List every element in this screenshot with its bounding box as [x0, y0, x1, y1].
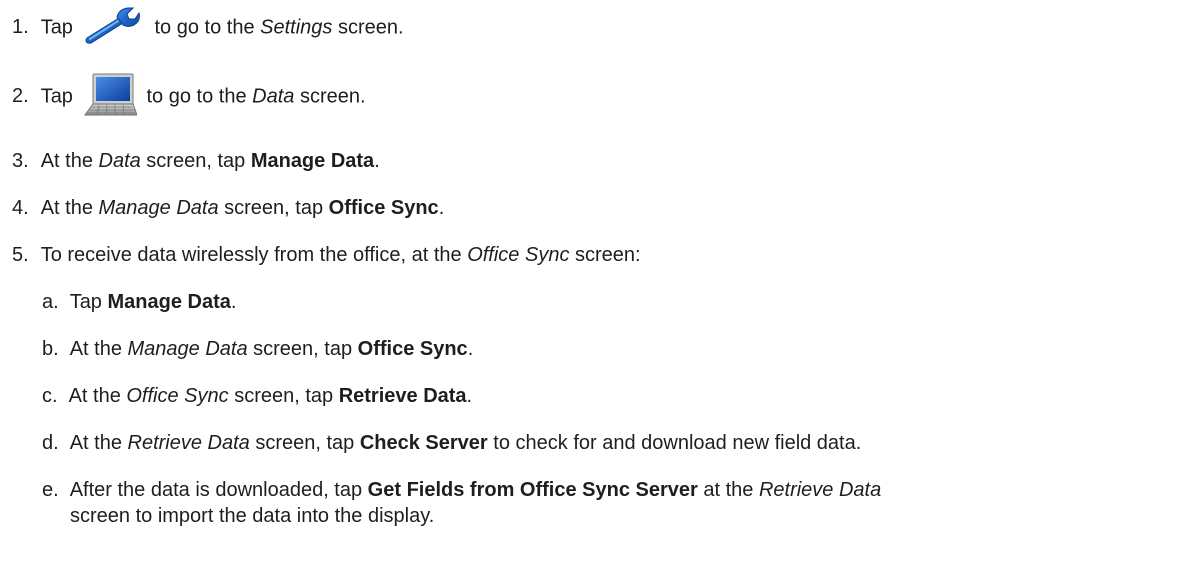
step-5: 5. To receive data wirelessly from the of… [12, 242, 641, 268]
screen-name: Retrieve Data [758, 479, 882, 501]
step-text: screen, tap [218, 197, 329, 219]
step-text: screen, tap [249, 432, 360, 454]
wrench-icon [83, 5, 141, 45]
step-number: 5. [12, 244, 29, 266]
step-text: to go to the [148, 16, 261, 39]
step-text: screen: [569, 244, 641, 266]
step-text: screen. [294, 85, 366, 108]
button-name: Retrieve Data [338, 385, 467, 407]
substep-letter: e. [42, 479, 59, 501]
step-text: . [374, 150, 380, 172]
step-text: screen, tap [140, 150, 251, 172]
step-3: 3. At the Data screen, tap Manage Data. [12, 148, 380, 174]
step-text: . [230, 291, 237, 313]
laptop-icon [83, 73, 138, 117]
substep-d: d. At the Retrieve Data screen, tap Check… [42, 430, 861, 456]
substep-a: a. Tap Manage Data. [42, 289, 236, 315]
screen-name: Manage Data [127, 338, 248, 360]
step-text: to check for and download new field data… [487, 432, 862, 454]
screen-name: Data [98, 150, 141, 172]
step-2: 2. Tap to go to the Data screen. [12, 73, 366, 119]
screen-name: Office Sync [126, 385, 229, 407]
step-text: screen. [332, 16, 404, 39]
screen-name: Data [252, 85, 295, 108]
step-4: 4. At the Manage Data screen, tap Office … [12, 195, 444, 221]
step-text: at the [697, 479, 759, 501]
step-text: At the [69, 338, 128, 360]
step-text: At the [40, 197, 99, 219]
step-text: . [466, 385, 473, 407]
step-text: Tap [69, 291, 108, 313]
substep-e-continuation: screen to import the data into the displ… [70, 503, 434, 529]
substep-letter: b. [42, 338, 59, 360]
step-1: 1. Tap to go to the Settings screen. [12, 5, 404, 48]
step-text: Tap [40, 16, 73, 39]
step-text: screen, tap [247, 338, 358, 360]
button-name: Manage Data [250, 150, 375, 172]
step-text: screen to import the data into the displ… [70, 505, 435, 527]
step-number: 2. [12, 85, 29, 108]
step-text: After the data is downloaded, tap [69, 479, 368, 501]
step-text: At the [40, 150, 99, 172]
step-text: To receive data wirelessly from the offi… [40, 244, 468, 266]
screen-name: Retrieve Data [127, 432, 250, 454]
step-number: 1. [12, 16, 29, 39]
screen-name: Settings [260, 16, 333, 39]
instructions-page: 1. Tap to go to the Settings screen. 2. Ta… [0, 0, 1187, 569]
step-text: Tap [40, 85, 73, 108]
step-number: 4. [12, 197, 29, 219]
screen-name: Office Sync [467, 244, 570, 266]
substep-letter: d. [42, 432, 59, 454]
button-name: Office Sync [328, 197, 439, 219]
step-text: At the [68, 385, 127, 407]
button-name: Manage Data [107, 291, 231, 313]
substep-letter: c. [42, 385, 58, 407]
step-text: At the [69, 432, 128, 454]
step-text: screen, tap [228, 385, 339, 407]
substep-letter: a. [42, 291, 59, 313]
step-text: . [467, 338, 474, 360]
screen-name: Manage Data [98, 197, 219, 219]
substep-e: e. After the data is downloaded, tap Get … [42, 477, 881, 503]
substep-c: c. At the Office Sync screen, tap Retriev… [42, 383, 472, 409]
button-name: Check Server [359, 432, 488, 454]
step-text: to go to the [140, 85, 253, 108]
button-name: Get Fields from Office Sync Server [367, 479, 698, 501]
substep-b: b. At the Manage Data screen, tap Office … [42, 336, 473, 362]
step-text: . [438, 197, 445, 219]
step-number: 3. [12, 150, 29, 172]
button-name: Office Sync [357, 338, 468, 360]
